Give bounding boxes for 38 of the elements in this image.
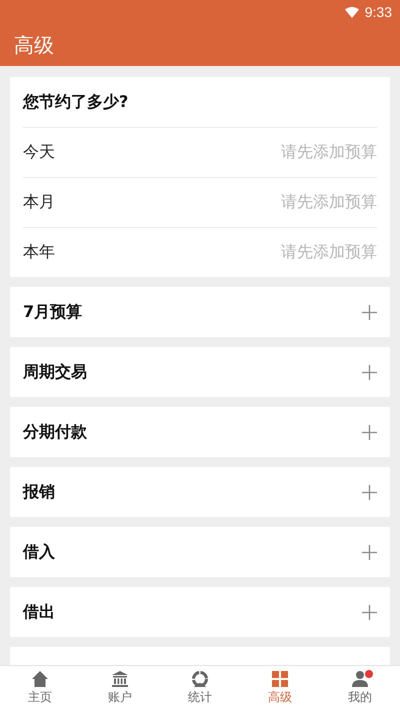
section-card[interactable]: 借出 [10, 587, 390, 637]
section-card[interactable]: 借入 [10, 527, 390, 577]
card-title: 您节约了多少? [23, 92, 128, 112]
row-label: 今天 [23, 142, 55, 163]
person-icon [351, 670, 369, 688]
card-title: 借入 [23, 542, 55, 562]
nav-tab[interactable]: 高级 [240, 666, 320, 712]
row-label: 本月 [23, 192, 55, 213]
grid-icon [271, 670, 289, 688]
bank-icon [111, 670, 129, 688]
section-card[interactable]: 周期交易 [10, 347, 390, 397]
card-title: 7月预算 [23, 302, 82, 322]
row-value: 请先添加预算 [281, 142, 377, 163]
nav-tab[interactable]: 主页 [0, 666, 80, 712]
card-title: 周期交易 [23, 362, 87, 382]
row-label: 本年 [23, 242, 55, 263]
row-value: 请先添加预算 [281, 192, 377, 213]
plus-icon[interactable] [362, 544, 377, 560]
nav-tab[interactable]: 账户 [80, 666, 160, 712]
page-title: 高级 [14, 32, 54, 58]
card-title: 报销 [23, 482, 55, 502]
plus-icon[interactable] [362, 484, 377, 500]
row-value: 请先添加预算 [281, 242, 377, 263]
section-card[interactable]: 报销 [10, 467, 390, 517]
section-card[interactable]: 7月预算 [10, 287, 390, 337]
card-title: 借出 [23, 602, 55, 622]
plus-icon[interactable] [362, 604, 377, 620]
clock: 9:33 [364, 4, 392, 20]
chart-icon [191, 670, 209, 688]
wifi-icon [344, 6, 359, 18]
home-icon [31, 670, 49, 688]
section-card[interactable]: 分期付款 [10, 407, 390, 457]
plus-icon[interactable] [362, 424, 377, 440]
card-title: 分期付款 [23, 422, 87, 442]
nav-tab[interactable]: 统计 [160, 666, 240, 712]
plus-icon[interactable] [362, 364, 377, 380]
plus-icon[interactable] [362, 304, 377, 320]
nav-tab[interactable]: 我的 [320, 666, 400, 712]
